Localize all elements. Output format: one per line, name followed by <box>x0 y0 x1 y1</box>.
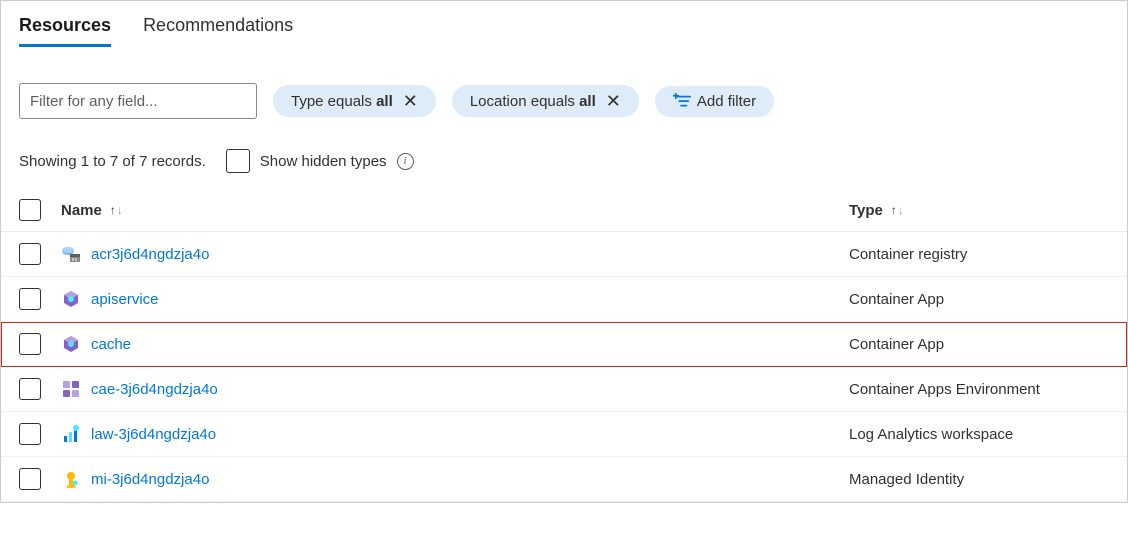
filter-pill-location[interactable]: Location equals all ✕ <box>452 85 639 117</box>
column-header-name[interactable]: Name ↑↓ <box>61 202 849 219</box>
row-checkbox[interactable] <box>19 243 41 265</box>
tab-resources[interactable]: Resources <box>19 9 111 46</box>
close-icon[interactable]: ✕ <box>401 92 420 110</box>
filter-input[interactable] <box>19 83 257 119</box>
summary-row: Showing 1 to 7 of 7 records. Show hidden… <box>1 129 1127 189</box>
column-name-label: Name <box>61 202 102 219</box>
row-checkbox[interactable] <box>19 468 41 490</box>
cae-icon <box>61 379 81 399</box>
resource-link[interactable]: acr3j6d4ngdzja4o <box>91 246 209 263</box>
close-icon[interactable]: ✕ <box>604 92 623 110</box>
sort-icon: ↑↓ <box>891 204 904 216</box>
row-name-cell: acr3j6d4ngdzja4o <box>61 244 849 264</box>
row-type-cell: Container App <box>849 336 1109 353</box>
table-row: acr3j6d4ngdzja4o Container registry <box>1 232 1127 277</box>
filter-add-icon <box>673 93 691 109</box>
containerapp-icon <box>61 289 81 309</box>
info-icon[interactable]: i <box>397 153 414 170</box>
row-name-cell: cae-3j6d4ngdzja4o <box>61 379 849 399</box>
law-icon <box>61 424 81 444</box>
row-type-cell: Log Analytics workspace <box>849 426 1109 443</box>
row-name-cell: apiservice <box>61 289 849 309</box>
row-checkbox[interactable] <box>19 378 41 400</box>
registry-icon <box>61 244 81 264</box>
row-type-cell: Container App <box>849 291 1109 308</box>
tab-recommendations[interactable]: Recommendations <box>143 9 293 46</box>
table-row: cae-3j6d4ngdzja4o Container Apps Environ… <box>1 367 1127 412</box>
table-row: law-3j6d4ngdzja4o Log Analytics workspac… <box>1 412 1127 457</box>
resource-link[interactable]: mi-3j6d4ngdzja4o <box>91 471 209 488</box>
identity-icon <box>61 469 81 489</box>
add-filter-label: Add filter <box>697 93 756 110</box>
resource-link[interactable]: apiservice <box>91 291 159 308</box>
row-type-cell: Container registry <box>849 246 1109 263</box>
records-count: Showing 1 to 7 of 7 records. <box>19 153 206 170</box>
row-type-cell: Managed Identity <box>849 471 1109 488</box>
filter-pill-type-label: Type equals all <box>291 93 393 110</box>
row-checkbox[interactable] <box>19 423 41 445</box>
table-row: apiservice Container App <box>1 277 1127 322</box>
row-checkbox[interactable] <box>19 288 41 310</box>
row-name-cell: law-3j6d4ngdzja4o <box>61 424 849 444</box>
add-filter-button[interactable]: Add filter <box>655 86 774 117</box>
resources-panel: Resources Recommendations Type equals al… <box>1 1 1127 502</box>
table-header: Name ↑↓ Type ↑↓ <box>1 189 1127 232</box>
show-hidden-label: Show hidden types <box>260 153 387 170</box>
row-name-cell: cache <box>61 334 849 354</box>
select-all-checkbox[interactable] <box>19 199 41 221</box>
containerapp-icon <box>61 334 81 354</box>
resource-link[interactable]: cae-3j6d4ngdzja4o <box>91 381 218 398</box>
row-checkbox[interactable] <box>19 333 41 355</box>
filter-pill-type[interactable]: Type equals all ✕ <box>273 85 436 117</box>
table-row: mi-3j6d4ngdzja4o Managed Identity <box>1 457 1127 502</box>
resource-link[interactable]: cache <box>91 336 131 353</box>
row-type-cell: Container Apps Environment <box>849 381 1109 398</box>
filter-pill-location-label: Location equals all <box>470 93 596 110</box>
column-type-label: Type <box>849 202 883 219</box>
sort-icon: ↑↓ <box>110 204 123 216</box>
row-name-cell: mi-3j6d4ngdzja4o <box>61 469 849 489</box>
column-header-type[interactable]: Type ↑↓ <box>849 202 1109 219</box>
resource-link[interactable]: law-3j6d4ngdzja4o <box>91 426 216 443</box>
table-row: cache Container App <box>1 322 1127 367</box>
tabs: Resources Recommendations <box>1 1 1127 47</box>
filter-row: Type equals all ✕ Location equals all ✕ … <box>1 47 1127 129</box>
show-hidden-checkbox[interactable] <box>226 149 250 173</box>
resources-table: Name ↑↓ Type ↑↓ acr3j6d4ngdzja4o Contain… <box>1 189 1127 502</box>
